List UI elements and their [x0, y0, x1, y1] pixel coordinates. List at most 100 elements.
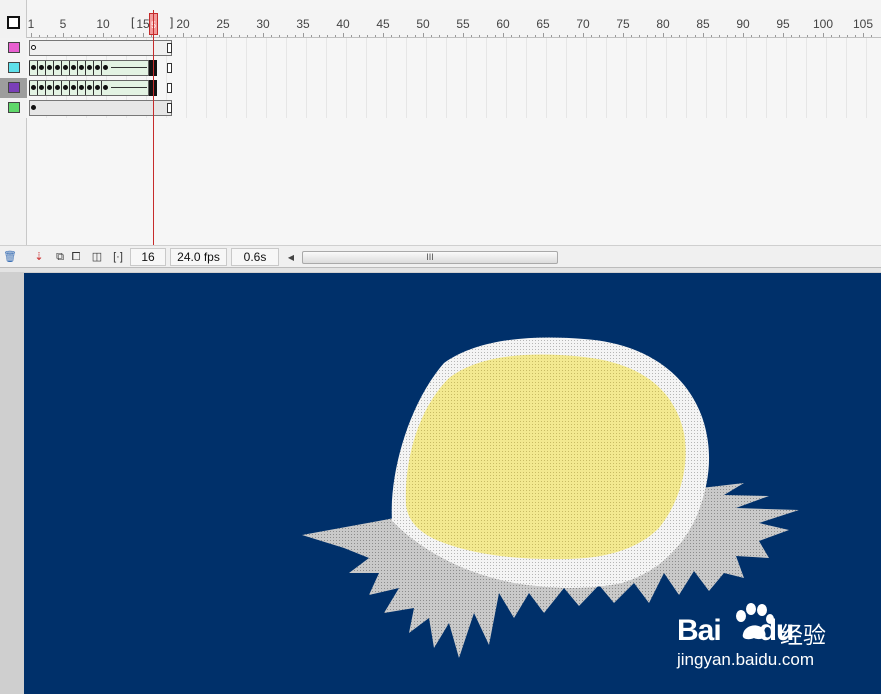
layer-color-swatch[interactable] [8, 42, 20, 53]
ruler-tick [655, 35, 656, 37]
frame-rate-field[interactable]: 24.0 fps [170, 248, 227, 266]
ruler-tick [815, 35, 816, 37]
frame-separator [85, 61, 86, 75]
ruler-tick [591, 35, 592, 37]
tween-arrow-icon [111, 67, 147, 68]
ruler-tick [223, 33, 224, 37]
ruler-label: 105 [852, 17, 874, 31]
ruler-tick [679, 35, 680, 37]
empty-keyframe-icon [31, 45, 36, 50]
current-frame-field: 16 [130, 248, 166, 266]
ruler-tick [783, 33, 784, 37]
ruler-tick [551, 35, 552, 37]
trash-icon[interactable]: 🗑 [3, 250, 17, 264]
ruler-tick [399, 35, 400, 37]
layer-color-swatch[interactable] [8, 102, 20, 113]
end-frame-icon [167, 63, 172, 73]
ruler-tick [599, 35, 600, 37]
ruler-tick [295, 35, 296, 37]
outline-toggle-icon[interactable] [7, 16, 20, 29]
watermark-url: jingyan.baidu.com [677, 650, 815, 669]
scroll-left-arrow-icon[interactable]: ◀ [286, 251, 296, 264]
ruler-label: 70 [576, 17, 590, 31]
frame-row[interactable] [27, 38, 881, 58]
onion-skin-end-marker-icon[interactable]: ] [170, 15, 173, 29]
onion-skin-outlines-icon[interactable]: ⧠ [69, 250, 83, 264]
ruler-label: 20 [176, 17, 190, 31]
ruler-tick [159, 35, 160, 37]
ruler-tick [559, 35, 560, 37]
ruler-tick [407, 35, 408, 37]
frame-row[interactable] [27, 98, 881, 118]
ruler-tick [695, 35, 696, 37]
flash-editor-window: 1 5 10 15 20 25 30 35 40 45 50 55 60 65 70 75 80 85 90 95 10… [0, 0, 881, 694]
ruler-tick [855, 35, 856, 37]
layer-color-swatch[interactable] [8, 82, 20, 93]
frame-separator [101, 81, 102, 95]
ruler-tick [199, 35, 200, 37]
ruler-tick [71, 35, 72, 37]
frame-separator [37, 81, 38, 95]
keyframe-icon [103, 85, 108, 90]
ruler-tick [207, 35, 208, 37]
ruler-tick [367, 35, 368, 37]
ruler-label: 60 [496, 17, 510, 31]
frame-separator [61, 61, 62, 75]
frame-separator [77, 81, 78, 95]
ruler-tick [687, 35, 688, 37]
frame-row[interactable] [27, 78, 881, 98]
keyframe-icon [87, 85, 92, 90]
ruler-label: 80 [656, 17, 670, 31]
ruler-label: 50 [416, 17, 430, 31]
keyframe-icon [31, 65, 36, 70]
end-frame-icon [167, 43, 172, 53]
ruler-tick [231, 35, 232, 37]
frame-separator [61, 81, 62, 95]
scrollbar-thumb[interactable]: III [302, 251, 558, 264]
ruler-tick [255, 35, 256, 37]
ruler-tick [575, 35, 576, 37]
ruler-tick [63, 33, 64, 37]
ruler-tick [647, 35, 648, 37]
frame-span[interactable] [29, 100, 172, 116]
playhead-line [153, 10, 154, 268]
ruler-tick [583, 33, 584, 37]
panel-divider[interactable] [0, 268, 881, 272]
frame-separator [93, 61, 94, 75]
center-frame-icon[interactable]: ⇣ [32, 250, 46, 264]
ruler-tick [519, 35, 520, 37]
keyframe-icon [95, 65, 100, 70]
frame-row[interactable] [27, 58, 881, 78]
frame-separator [29, 81, 30, 95]
ruler-tick [487, 35, 488, 37]
ruler-tick [703, 33, 704, 37]
elapsed-time-field: 0.6s [231, 248, 279, 266]
ruler-tick [503, 33, 504, 37]
frame-span[interactable] [29, 40, 172, 56]
ruler-tick [671, 35, 672, 37]
ruler-tick [607, 35, 608, 37]
edit-multiple-frames-icon[interactable]: ◫ [90, 250, 104, 264]
ruler-tick [191, 35, 192, 37]
ruler-tick [615, 35, 616, 37]
ruler-tick [719, 35, 720, 37]
keyframe-icon [31, 85, 36, 90]
ruler-tick [127, 35, 128, 37]
ruler-tick [327, 35, 328, 37]
onion-skin-start-marker-icon[interactable]: [ [131, 15, 134, 29]
onion-skin-icon[interactable]: ⧉ [53, 250, 67, 264]
ruler-tick [567, 35, 568, 37]
watermark-chinese: 经验 [780, 623, 826, 649]
layer-color-swatch[interactable] [8, 62, 20, 73]
ruler-tick [375, 35, 376, 37]
ruler-label: 15 [136, 17, 150, 31]
ruler-tick [39, 35, 40, 37]
ruler-tick [823, 33, 824, 37]
keyframe-icon [79, 85, 84, 90]
frames-area[interactable] [27, 38, 881, 245]
ruler-tick [175, 35, 176, 37]
keyframe-icon [87, 65, 92, 70]
ruler-tick [143, 33, 144, 37]
modify-onion-markers-icon[interactable]: [·] [111, 250, 125, 264]
horizontal-scrollbar[interactable]: III [300, 251, 881, 264]
